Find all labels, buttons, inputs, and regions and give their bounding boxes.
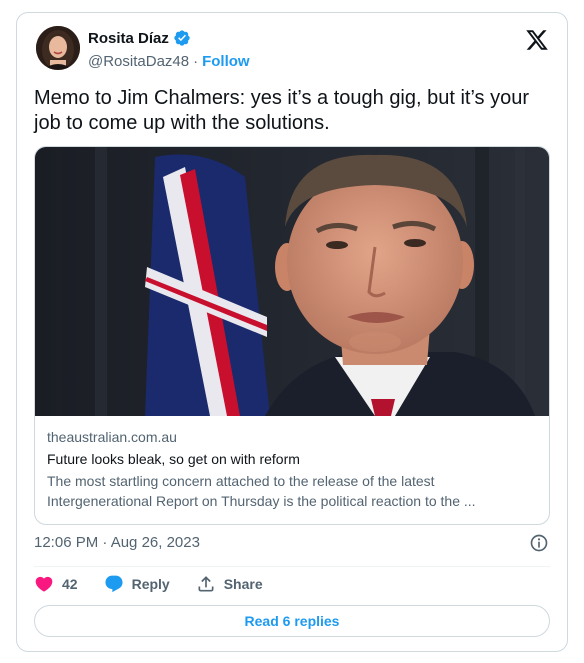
handle-separator: · — [193, 53, 199, 70]
link-preview-card[interactable]: theaustralian.com.au Future looks bleak,… — [34, 146, 550, 525]
reply-bubble-icon — [105, 575, 123, 593]
link-description: The most startling concern attached to t… — [47, 473, 476, 509]
like-button[interactable]: 42 — [34, 574, 78, 594]
heart-icon — [35, 576, 53, 592]
tweet-card: Rosita Díaz @RositaDaz48 · Follow Memo t… — [16, 12, 568, 652]
author-display-name[interactable]: Rosita Díaz — [88, 30, 169, 47]
author-name-row[interactable]: Rosita Díaz — [88, 29, 191, 47]
reply-button[interactable]: Reply — [104, 574, 170, 594]
avatar[interactable] — [36, 26, 80, 70]
link-title: Future looks bleak, so get on with refor… — [47, 451, 300, 467]
share-icon — [198, 576, 214, 592]
author-handle-row: @RositaDaz48 · Follow — [88, 53, 250, 70]
follow-button[interactable]: Follow — [202, 53, 250, 70]
verified-badge-icon — [174, 30, 190, 46]
share-button[interactable]: Share — [196, 574, 263, 594]
x-logo-icon[interactable] — [525, 28, 549, 52]
tweet-text: Memo to Jim Chalmers: yes it’s a tough g… — [34, 87, 530, 134]
author-handle[interactable]: @RositaDaz48 — [88, 53, 189, 70]
action-bar: 42 Reply Share — [34, 573, 289, 595]
like-count: 42 — [62, 576, 78, 592]
info-icon[interactable] — [529, 533, 549, 553]
share-label: Share — [223, 576, 263, 592]
link-domain: theaustralian.com.au — [47, 429, 177, 445]
link-meta: theaustralian.com.au Future looks bleak,… — [47, 427, 537, 511]
article-image — [35, 147, 549, 416]
avatar-image — [36, 26, 80, 70]
read-replies-button[interactable]: Read 6 replies — [34, 605, 550, 637]
reply-label: Reply — [131, 576, 170, 592]
tweet-timestamp[interactable]: 12:06 PM · Aug 26, 2023 — [34, 534, 200, 551]
divider — [34, 566, 550, 567]
